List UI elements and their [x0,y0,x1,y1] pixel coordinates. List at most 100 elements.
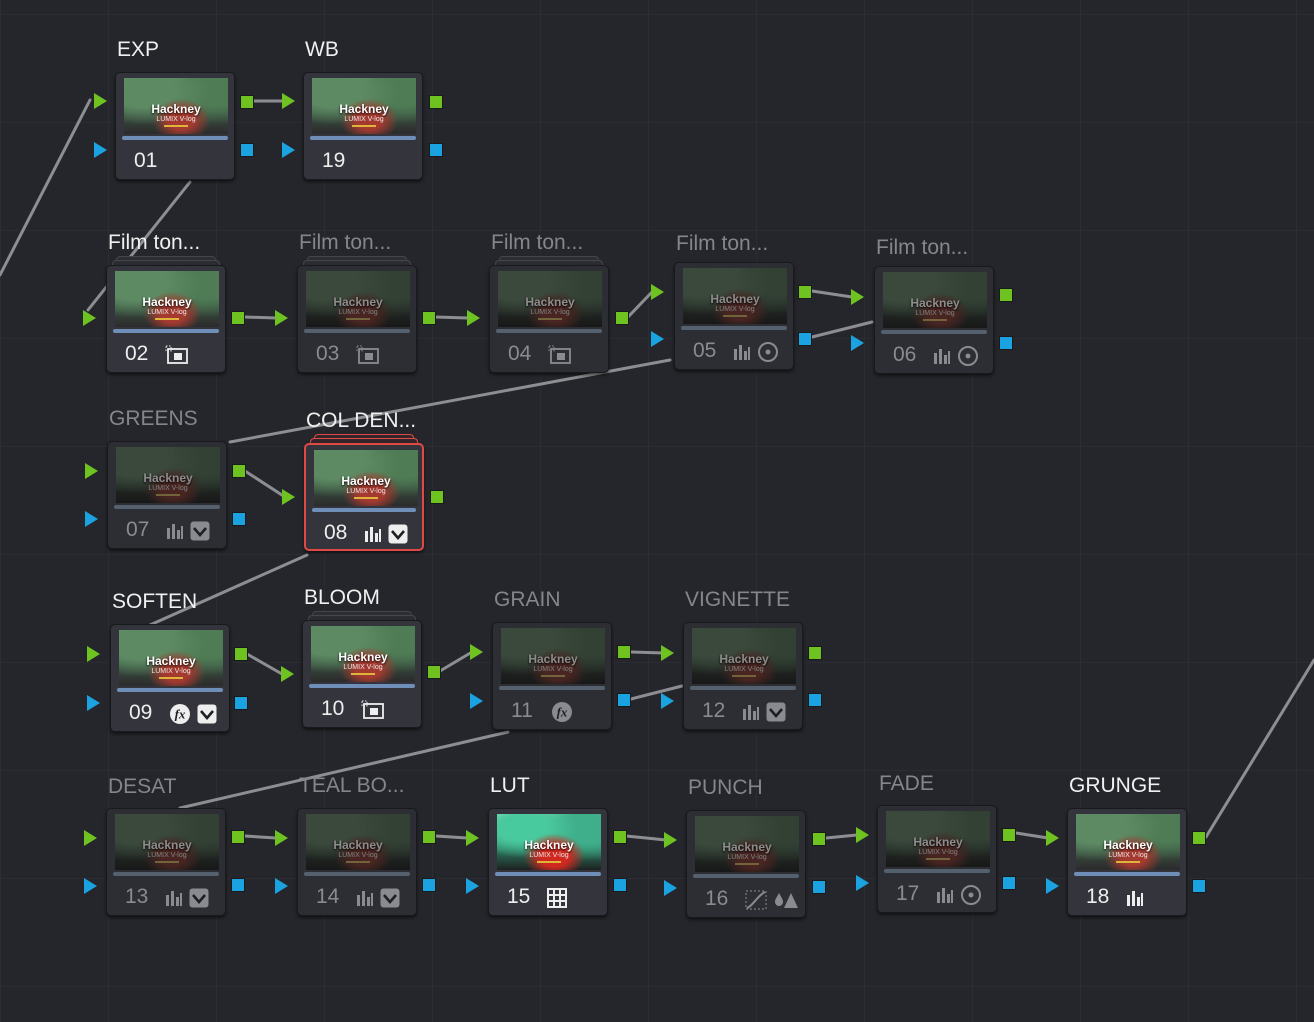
node-label[interactable]: GRUNGE [1069,774,1309,798]
node-02[interactable]: Film ton... Hackney LUMIX V-log 02 [106,231,226,373]
node-15[interactable]: LUT Hackney LUMIX V-log 15 [488,774,608,916]
node-13[interactable]: DESAT Hackney LUMIX V-log 13 [106,775,226,916]
node-body[interactable]: Hackney LUMIX V-log 03 [297,265,417,373]
node-05[interactable]: Film ton... Hackney LUMIX V-log 05 [674,232,794,370]
link-15-to-16[interactable] [624,834,668,842]
alpha-input-triangle-icon[interactable] [661,693,674,709]
rgb-output-square-icon[interactable] [999,288,1013,302]
node-17[interactable]: FADE Hackney LUMIX V-log 17 [877,772,997,913]
alpha-input-triangle-icon[interactable] [1046,878,1059,894]
node-body[interactable]: Hackney LUMIX V-log 15 [488,808,608,916]
node-body[interactable]: Hackney LUMIX V-log 14 [297,808,417,916]
link-17-to-18[interactable] [1014,831,1050,840]
rgb-output-square-icon[interactable] [427,665,441,679]
node-body[interactable]: Hackney LUMIX V-log 10 [302,620,422,728]
rgb-input-triangle-icon[interactable] [282,93,295,109]
alpha-output-square-icon[interactable] [240,143,254,157]
alpha-input-triangle-icon[interactable] [651,331,664,347]
link-11-12-alpha[interactable] [629,684,684,701]
node-07[interactable]: GREENS Hackney LUMIX V-log 07 [107,407,227,549]
rgb-output-square-icon[interactable] [812,832,826,846]
alpha-input-triangle-icon[interactable] [94,142,107,158]
link-02-to-03[interactable] [243,315,278,320]
alpha-input-triangle-icon[interactable] [84,878,97,894]
rgb-input-triangle-icon[interactable] [651,284,664,300]
rgb-input-triangle-icon[interactable] [281,666,294,682]
node-body[interactable]: Hackney LUMIX V-log 05 [674,262,794,370]
node-10[interactable]: BLOOM Hackney LUMIX V-log 10 [302,586,422,728]
node-09[interactable]: SOFTEN Hackney LUMIX V-log 09 fx [110,590,230,732]
node-14[interactable]: TEAL BO... Hackney LUMIX V-log 14 [297,774,417,916]
alpha-input-triangle-icon[interactable] [851,335,864,351]
node-06[interactable]: Film ton... Hackney LUMIX V-log 06 [874,236,994,374]
link-10-to-11[interactable] [438,650,474,673]
rgb-input-triangle-icon[interactable] [661,645,674,661]
node-label[interactable]: COL DEN... [306,409,546,433]
rgb-output-square-icon[interactable] [1192,831,1206,845]
node-body[interactable]: Hackney LUMIX V-log 16 [686,810,806,918]
rgb-output-square-icon[interactable] [430,490,444,504]
rgb-input-triangle-icon[interactable] [275,310,288,326]
rgb-output-square-icon[interactable] [613,830,627,844]
link-03-to-04[interactable] [433,315,470,320]
rgb-input-triangle-icon[interactable] [664,832,677,848]
alpha-input-triangle-icon[interactable] [466,878,479,894]
rgb-output-square-icon[interactable] [240,95,254,109]
rgb-output-square-icon[interactable] [231,830,245,844]
link-14-to-15[interactable] [434,834,469,840]
node-label[interactable]: VIGNETTE [685,588,925,612]
rgb-input-triangle-icon[interactable] [470,644,483,660]
rgb-output-square-icon[interactable] [429,95,443,109]
link-16-to-17[interactable] [824,833,859,840]
rgb-input-triangle-icon[interactable] [83,310,96,326]
rgb-output-square-icon[interactable] [615,311,629,325]
rgb-input-triangle-icon[interactable] [87,646,100,662]
alpha-input-triangle-icon[interactable] [664,880,677,896]
rgb-output-square-icon[interactable] [232,464,246,478]
node-body[interactable]: Hackney LUMIX V-log 09 fx [110,624,230,732]
node-01[interactable]: EXP Hackney LUMIX V-log 01 [115,38,235,180]
rgb-output-square-icon[interactable] [234,647,248,661]
link-18-to-output[interactable] [1204,658,1314,839]
node-16[interactable]: PUNCH Hackney LUMIX V-log 16 [686,776,806,918]
node-body[interactable]: Hackney LUMIX V-log 06 [874,266,994,374]
node-19[interactable]: WB Hackney LUMIX V-log 19 [303,38,423,180]
rgb-input-triangle-icon[interactable] [84,830,97,846]
node-body[interactable]: Hackney LUMIX V-log 19 [303,72,423,180]
rgb-input-triangle-icon[interactable] [467,310,480,326]
node-12[interactable]: VIGNETTE Hackney LUMIX V-log 12 [683,588,803,730]
rgb-output-square-icon[interactable] [617,645,631,659]
link-input-to-01[interactable] [0,98,92,277]
node-body[interactable]: Hackney LUMIX V-log 12 [683,622,803,730]
rgb-output-square-icon[interactable] [231,311,245,325]
rgb-input-triangle-icon[interactable] [94,93,107,109]
rgb-output-square-icon[interactable] [422,830,436,844]
rgb-input-triangle-icon[interactable] [466,830,479,846]
node-body[interactable]: Hackney LUMIX V-log 17 [877,805,997,913]
node-11[interactable]: GRAIN Hackney LUMIX V-log 11 fx [492,588,612,730]
rgb-output-square-icon[interactable] [1002,828,1016,842]
rgb-input-triangle-icon[interactable] [851,289,864,305]
node-03[interactable]: Film ton... Hackney LUMIX V-log 03 [297,231,417,373]
alpha-output-square-icon[interactable] [812,880,826,894]
node-18[interactable]: GRUNGE Hackney LUMIX V-log 18 [1067,774,1187,916]
node-body[interactable]: Hackney LUMIX V-log 11 fx [492,622,612,730]
node-body[interactable]: Hackney LUMIX V-log 02 [106,265,226,373]
node-body[interactable]: Hackney LUMIX V-log 01 [115,72,235,180]
node-body[interactable]: Hackney LUMIX V-log 07 [107,441,227,549]
alpha-output-square-icon[interactable] [231,878,245,892]
alpha-input-triangle-icon[interactable] [856,875,869,891]
alpha-input-triangle-icon[interactable] [470,693,483,709]
rgb-input-triangle-icon[interactable] [856,827,869,843]
alpha-output-square-icon[interactable] [808,693,822,707]
link-13-to-14[interactable] [243,834,278,840]
alpha-output-square-icon[interactable] [232,512,246,526]
link-11-to-12[interactable] [629,650,666,655]
rgb-input-triangle-icon[interactable] [282,489,295,505]
node-body[interactable]: Hackney LUMIX V-log 13 [106,808,226,916]
alpha-output-square-icon[interactable] [613,878,627,892]
rgb-input-triangle-icon[interactable] [1046,830,1059,846]
alpha-output-square-icon[interactable] [999,336,1013,350]
node-04[interactable]: Film ton... Hackney LUMIX V-log 04 [489,231,609,373]
alpha-output-square-icon[interactable] [798,332,812,346]
